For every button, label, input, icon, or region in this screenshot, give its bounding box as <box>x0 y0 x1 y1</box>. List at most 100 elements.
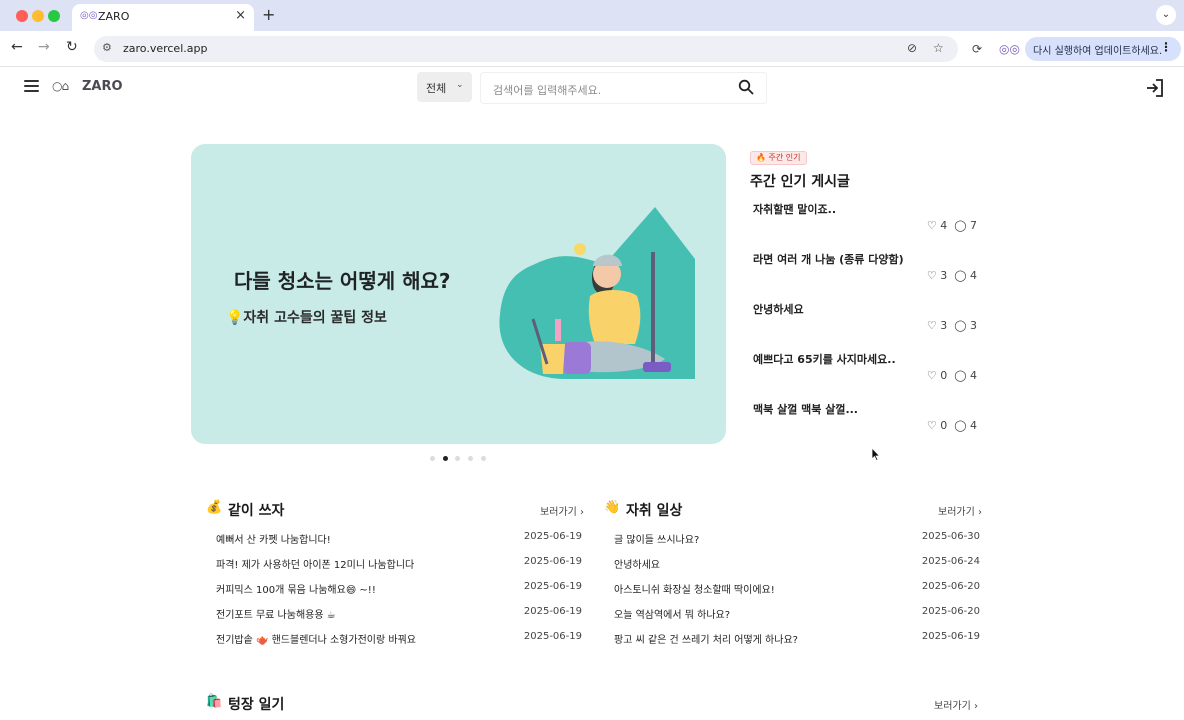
section-diary: 🛍️ 텅장 일기 보러가기 › <box>206 694 978 714</box>
address-bar[interactable]: ⚙ zaro.vercel.app ⊘ ☆ <box>94 36 958 62</box>
section-title: 같이 쓰자 <box>228 503 285 519</box>
comment-count: 4 <box>970 419 977 432</box>
search-placeholder: 검색어를 입력해주세요. <box>493 84 602 97</box>
comment-icon: ◯ <box>954 419 967 432</box>
list-item-title: 전기포트 무료 나눔해용용 ☕ <box>216 610 336 621</box>
chevron-down-icon: ⌄ <box>456 80 464 90</box>
site-settings-icon[interactable]: ⚙ <box>102 41 112 54</box>
list-item-date: 2025-06-20 <box>921 606 980 617</box>
tracking-off-icon[interactable]: ⊘ <box>907 41 917 55</box>
list-item[interactable]: 전기포트 무료 나눔해용용 ☕ 2025-06-19 <box>216 606 582 622</box>
browser-menu-icon[interactable]: ⋮ <box>1160 40 1172 54</box>
owl-icon: ◎◎ <box>80 10 98 21</box>
popular-item-meta: ♡ 4 ◯ 7 <box>927 219 977 232</box>
see-more-link[interactable]: 보러가기 › <box>934 697 978 712</box>
mouse-cursor-icon <box>871 447 881 461</box>
carousel-dot-5[interactable] <box>481 456 486 461</box>
popular-item[interactable]: 예쁘다고 65키를 사지마세요.. ♡ 0 ◯ 4 <box>753 351 977 391</box>
list-item-date: 2025-06-19 <box>523 581 582 592</box>
popular-item[interactable]: 안녕하세요 ♡ 3 ◯ 3 <box>753 301 977 341</box>
carousel-dot-2[interactable] <box>443 456 448 461</box>
list-item-title: 커피믹스 100개 묶음 나눔해요😄 ~!! <box>216 585 376 596</box>
comment-count: 3 <box>970 319 977 332</box>
search-input[interactable]: 검색어를 입력해주세요. <box>480 72 767 104</box>
list-item-date: 2025-06-30 <box>921 531 980 542</box>
money-bag-icon: 💰 <box>206 500 223 515</box>
heart-icon: ♡ <box>926 419 937 432</box>
browser-tab[interactable]: ◎◎ ZARO × <box>72 4 254 31</box>
reload-icon[interactable]: ↻ <box>66 39 78 55</box>
see-more-label: 보러가기 <box>938 507 975 518</box>
bookmark-star-icon[interactable]: ☆ <box>933 41 944 55</box>
like-count: 0 <box>940 419 948 432</box>
list-item[interactable]: 파격! 제가 사용하던 아이폰 12미니 나눔합니다 2025-06-19 <box>216 556 582 572</box>
list-item-date: 2025-06-19 <box>523 631 582 642</box>
update-button-label: 다시 실행하여 업데이트하세요. <box>1033 46 1163 57</box>
list-item[interactable]: 팡고 씨 같은 건 쓰레기 처리 어떻게 하나요? 2025-06-19 <box>614 631 980 647</box>
heart-icon: ♡ <box>926 319 937 332</box>
logo-text[interactable]: ZARO <box>82 79 123 94</box>
carousel-dot-4[interactable] <box>468 456 473 461</box>
waving-hand-icon: 👋 <box>604 500 621 515</box>
list-item[interactable]: 오늘 역삼역에서 뭐 하나요? 2025-06-20 <box>614 606 980 622</box>
list-item[interactable]: 예뻐서 산 카펫 나눔합니다! 2025-06-19 <box>216 531 582 547</box>
tab-close-icon[interactable]: × <box>235 8 246 23</box>
profile-owl-icon[interactable]: ◎◎ <box>999 42 1020 56</box>
list-item-date: 2025-06-24 <box>921 556 980 567</box>
banner-carousel[interactable]: 다들 청소는 어떻게 해요? 💡자취 고수들의 꿀팁 정보 <box>191 144 726 444</box>
section-title: 텅장 일기 <box>228 697 285 713</box>
shopping-bag-icon: 🛍️ <box>206 694 223 709</box>
back-icon[interactable]: ← <box>11 39 23 55</box>
popular-item[interactable]: 자취할땐 말이죠.. ♡ 4 ◯ 7 <box>753 201 977 241</box>
new-tab-icon[interactable]: + <box>262 5 275 24</box>
list-item-date: 2025-06-19 <box>523 606 582 617</box>
comment-count: 4 <box>970 369 977 382</box>
popular-item[interactable]: 맥북 살껄 맥북 살껄... ♡ 0 ◯ 4 <box>753 401 977 441</box>
popular-item-title: 자취할땐 말이죠.. <box>753 203 837 216</box>
like-count: 4 <box>940 219 948 232</box>
browser-toolbar: ← → ↻ ⚙ zaro.vercel.app ⊘ ☆ ⟳ ◎◎ 다시 실행하여… <box>0 31 1184 67</box>
popular-item-meta: ♡ 3 ◯ 4 <box>927 269 977 282</box>
login-icon[interactable] <box>1145 78 1165 98</box>
carousel-dot-3[interactable] <box>455 456 460 461</box>
comment-icon: ◯ <box>954 369 967 382</box>
see-more-link[interactable]: 보러가기 › <box>540 503 584 518</box>
banner-subtitle: 💡자취 고수들의 꿀팁 정보 <box>226 310 387 326</box>
popular-item-title: 맥북 살껄 맥북 살껄... <box>753 403 858 416</box>
list-item-title: 예뻐서 산 카펫 나눔합니다! <box>216 535 331 546</box>
see-more-link[interactable]: 보러가기 › <box>938 503 982 518</box>
list-item-title: 파격! 제가 사용하던 아이폰 12미니 나눔합니다 <box>216 560 415 571</box>
window-zoom-button[interactable] <box>48 10 60 22</box>
url-text: zaro.vercel.app <box>123 42 208 55</box>
like-count: 3 <box>940 269 948 282</box>
list-item-title: 글 많이들 쓰시나요? <box>614 535 700 546</box>
menu-icon[interactable] <box>24 80 39 92</box>
see-more-label: 보러가기 <box>934 701 971 712</box>
list-item[interactable]: 커피믹스 100개 묶음 나눔해요😄 ~!! 2025-06-19 <box>216 581 582 597</box>
banner-title: 다들 청소는 어떻게 해요? <box>234 269 451 293</box>
carousel-dot-1[interactable] <box>430 456 435 461</box>
list-item[interactable]: 글 많이들 쓰시나요? 2025-06-30 <box>614 531 980 547</box>
popular-item-title: 라면 여러 개 나눔 (종류 다양함) <box>753 253 904 266</box>
popular-title: 주간 인기 게시글 <box>750 174 850 190</box>
section-title: 자취 일상 <box>626 503 683 519</box>
window-minimize-button[interactable] <box>32 10 44 22</box>
list-item[interactable]: 아스토니쉬 화장실 청소할때 딱이에요! 2025-06-20 <box>614 581 980 597</box>
update-button[interactable]: 다시 실행하여 업데이트하세요. ⋮ <box>1025 37 1181 61</box>
comment-icon: ◯ <box>954 319 967 332</box>
extension-icon[interactable]: ⟳ <box>972 42 982 56</box>
search-icon[interactable] <box>738 79 754 95</box>
window-close-button[interactable] <box>16 10 28 22</box>
tab-search-icon[interactable]: ⌄ <box>1156 5 1176 25</box>
list-item[interactable]: 전기밥솥 🫖 핸드블렌더나 소형가전이랑 바꿔요 2025-06-19 <box>216 631 582 647</box>
forward-icon[interactable]: → <box>38 39 50 55</box>
search-category-select[interactable]: 전체 ⌄ <box>417 72 472 102</box>
heart-icon: ♡ <box>926 269 937 282</box>
section-daily: 👋 자취 일상 보러가기 › 글 많이들 쓰시나요? 2025-06-30 안녕하… <box>604 500 982 650</box>
popular-item-title: 안녕하세요 <box>753 303 804 316</box>
popular-item-meta: ♡ 0 ◯ 4 <box>927 419 977 432</box>
logo-owl-icon[interactable]: ○⌂ <box>52 79 69 93</box>
popular-item-meta: ♡ 0 ◯ 4 <box>927 369 977 382</box>
popular-item[interactable]: 라면 여러 개 나눔 (종류 다양함) ♡ 3 ◯ 4 <box>753 251 977 291</box>
list-item[interactable]: 안녕하세요 2025-06-24 <box>614 556 980 572</box>
